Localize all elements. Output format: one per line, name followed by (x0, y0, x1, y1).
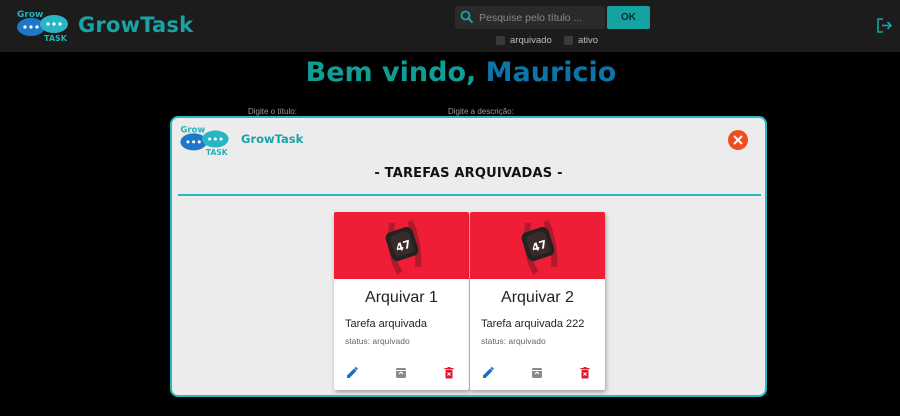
task-card-title: Arquivar 2 (501, 289, 574, 306)
modal-divider (178, 194, 761, 196)
welcome-user-name: Mauricio (485, 57, 617, 88)
edit-icon (347, 366, 358, 378)
welcome-greeting: Bem vindo, (305, 57, 477, 88)
close-icon (733, 135, 743, 145)
search-bar (455, 6, 605, 29)
modal-close-button[interactable] (728, 130, 748, 150)
edit-button[interactable] (345, 366, 359, 380)
delete-button[interactable] (442, 366, 456, 380)
search-input[interactable] (479, 8, 601, 27)
filter-active-checkbox[interactable] (564, 36, 573, 45)
task-card-description: Tarefa arquivada 222 (481, 318, 585, 330)
app-brand-name: GrowTask (78, 13, 194, 37)
unarchive-icon (532, 368, 542, 378)
filter-archived-label: arquivado (510, 35, 552, 46)
task-card-image: 47 (334, 212, 469, 279)
description-field-label: Digite a descrição: (448, 107, 514, 116)
task-card-title: Arquivar 1 (365, 289, 438, 306)
unarchive-button[interactable] (530, 366, 544, 380)
search-icon (460, 10, 474, 24)
task-card: 47 Arquivar 1 Tarefa arquivada status: a… (334, 212, 469, 390)
unarchive-button[interactable] (394, 366, 408, 380)
modal-brand-name: GrowTask (241, 132, 304, 146)
title-field-label: Digite o título: (248, 107, 297, 116)
task-card-image: 47 (470, 212, 605, 279)
archived-tasks-modal: Grow TASK GrowTask - TAREFAS ARQUIVADAS … (170, 116, 767, 397)
filter-archived-checkbox[interactable] (496, 36, 505, 45)
smartwatch-icon: 47 (521, 219, 558, 275)
task-card: 47 Arquivar 2 Tarefa arquivada 222 statu… (470, 212, 605, 390)
delete-button[interactable] (578, 366, 592, 380)
welcome-heading: Bem vindo, Mauricio (0, 57, 900, 88)
search-ok-button[interactable]: OK (607, 6, 650, 29)
growtask-logo: Grow TASK (17, 10, 68, 43)
modal-growtask-logo: Grow TASK (180, 125, 229, 157)
smartwatch-icon: 47 (385, 219, 422, 275)
task-card-actions (470, 366, 605, 382)
logout-icon[interactable] (876, 17, 893, 34)
delete-icon (444, 367, 454, 379)
filter-active[interactable]: ativo (564, 35, 598, 46)
top-bar: Grow TASK GrowTask OK arquivado ativo (0, 0, 900, 52)
svg-text:TASK: TASK (206, 148, 229, 157)
filter-archived[interactable]: arquivado (496, 35, 552, 46)
svg-text:TASK: TASK (44, 34, 68, 43)
filter-active-label: ativo (578, 35, 599, 46)
edit-icon (483, 366, 494, 378)
task-card-status: status: arquivado (481, 336, 546, 346)
task-card-description: Tarefa arquivada (345, 318, 427, 330)
delete-icon (580, 367, 590, 379)
task-card-actions (334, 366, 469, 382)
unarchive-icon (396, 368, 406, 378)
modal-title: - TAREFAS ARQUIVADAS - (374, 166, 563, 181)
edit-button[interactable] (481, 366, 495, 380)
task-card-status: status: arquivado (345, 336, 410, 346)
